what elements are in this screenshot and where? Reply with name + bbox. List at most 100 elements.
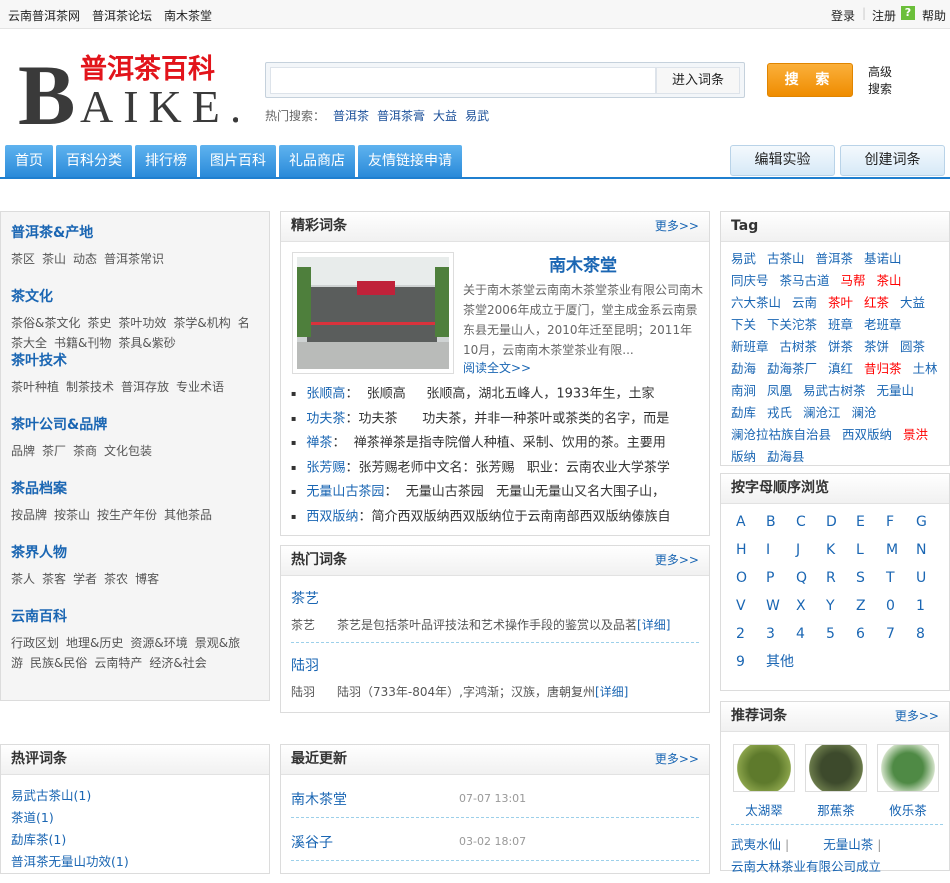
- letter-link[interactable]: L: [856, 540, 886, 560]
- category-item[interactable]: 普洱茶常识: [104, 252, 164, 266]
- commented-term-link[interactable]: 易武古茶山(1): [11, 785, 259, 807]
- tag-link[interactable]: 版纳: [731, 449, 756, 464]
- tag-link[interactable]: 普洱茶: [816, 251, 854, 266]
- search-input[interactable]: [270, 67, 656, 94]
- tag-link[interactable]: 易武: [731, 251, 756, 266]
- letter-link[interactable]: I: [766, 540, 796, 560]
- tab-rankings[interactable]: 排行榜: [135, 145, 197, 177]
- category-title[interactable]: 茶界人物: [11, 542, 259, 562]
- logo[interactable]: B 普洱茶百科 AIKE.: [18, 47, 241, 143]
- category-item[interactable]: 茶人: [11, 572, 35, 586]
- tag-link[interactable]: 饼茶: [828, 339, 853, 354]
- hot-search-link[interactable]: 普洱茶膏: [377, 109, 425, 123]
- letter-link[interactable]: Z: [856, 596, 886, 616]
- category-title[interactable]: 茶叶公司&品牌: [11, 414, 259, 434]
- hot-term-title[interactable]: 茶艺: [291, 588, 699, 608]
- category-item[interactable]: 普洱存放: [121, 380, 169, 394]
- letter-link[interactable]: J: [796, 540, 826, 560]
- tag-link[interactable]: 红茶: [864, 295, 889, 310]
- category-item[interactable]: 按品牌: [11, 508, 47, 522]
- letter-link[interactable]: 4: [796, 624, 826, 644]
- hot-search-link[interactable]: 大益: [433, 109, 457, 123]
- tag-link[interactable]: 马帮: [841, 273, 866, 288]
- term-link[interactable]: 无量山古茶园: [306, 485, 384, 500]
- tag-link[interactable]: 勐海茶厂: [767, 361, 817, 376]
- letter-link[interactable]: D: [826, 512, 856, 532]
- tag-link[interactable]: 圆茶: [900, 339, 925, 354]
- term-link[interactable]: 张芳赐: [306, 460, 345, 475]
- letter-link[interactable]: R: [826, 568, 856, 588]
- recommended-title[interactable]: 太湖翠: [733, 800, 795, 819]
- detail-link[interactable]: [详细]: [637, 618, 670, 632]
- detail-link[interactable]: [详细]: [595, 685, 628, 699]
- category-item[interactable]: 茶山: [42, 252, 66, 266]
- letter-link[interactable]: 6: [856, 624, 886, 644]
- letter-link[interactable]: H: [736, 540, 766, 560]
- top-link-puer-net[interactable]: 云南普洱茶网: [8, 7, 80, 24]
- featured-term-title[interactable]: 南木茶堂: [549, 251, 617, 276]
- tag-link[interactable]: 茶马古道: [780, 273, 830, 288]
- category-item[interactable]: 茶客: [42, 572, 66, 586]
- tab-categories[interactable]: 百科分类: [56, 145, 132, 177]
- letter-link[interactable]: Q: [796, 568, 826, 588]
- tag-link[interactable]: 班章: [828, 317, 853, 332]
- tag-link[interactable]: 土林: [913, 361, 938, 376]
- recommended-item[interactable]: 太湖翠: [733, 744, 795, 819]
- category-item[interactable]: 云南特产: [94, 656, 142, 670]
- more-link[interactable]: 更多>>: [895, 702, 939, 731]
- letter-link[interactable]: P: [766, 568, 796, 588]
- category-item[interactable]: 茶学&机构: [173, 316, 230, 330]
- tab-friend-links[interactable]: 友情链接申请: [358, 145, 462, 177]
- top-link-nanmu[interactable]: 南木茶堂: [164, 7, 212, 24]
- category-item[interactable]: 茶叶功效: [118, 316, 166, 330]
- tag-link[interactable]: 澜沧江: [803, 405, 841, 420]
- recommended-item[interactable]: 攸乐茶: [877, 744, 939, 819]
- term-link[interactable]: 西双版纳: [306, 509, 358, 524]
- recommended-link[interactable]: 无量山茶: [823, 837, 873, 852]
- recommended-title[interactable]: 攸乐茶: [877, 800, 939, 819]
- recommended-item[interactable]: 那蕉茶: [805, 744, 867, 819]
- tag-link[interactable]: 昔归茶: [864, 361, 902, 376]
- letter-link[interactable]: Y: [826, 596, 856, 616]
- category-item[interactable]: 茶具&紫砂: [118, 336, 175, 350]
- tag-link[interactable]: 古树茶: [780, 339, 818, 354]
- tag-link[interactable]: 西双版纳: [842, 427, 892, 442]
- tag-link[interactable]: 茶饼: [864, 339, 889, 354]
- tag-link[interactable]: 勐海: [731, 361, 756, 376]
- category-item[interactable]: 按茶山: [54, 508, 90, 522]
- category-item[interactable]: 茶厂: [42, 444, 66, 458]
- tag-link[interactable]: 下关沱茶: [767, 317, 817, 332]
- category-item[interactable]: 茶俗&茶文化: [11, 316, 80, 330]
- letter-link[interactable]: T: [886, 568, 916, 588]
- edit-experiment-button[interactable]: 编辑实验: [730, 145, 835, 176]
- tag-link[interactable]: 无量山: [877, 383, 915, 398]
- tag-link[interactable]: 茶叶: [828, 295, 853, 310]
- term-link[interactable]: 禅茶: [306, 436, 332, 451]
- category-item[interactable]: 博客: [135, 572, 159, 586]
- tag-link[interactable]: 南涧: [731, 383, 756, 398]
- letter-link[interactable]: 1: [916, 596, 946, 616]
- category-item[interactable]: 专业术语: [176, 380, 224, 394]
- featured-image[interactable]: [292, 252, 454, 374]
- top-link-forum[interactable]: 普洱茶论坛: [92, 7, 152, 24]
- help-icon[interactable]: ?: [901, 6, 915, 20]
- letter-link[interactable]: O: [736, 568, 766, 588]
- category-item[interactable]: 行政区划: [11, 636, 59, 650]
- tab-home[interactable]: 首页: [5, 145, 53, 177]
- tag-link[interactable]: 滇红: [828, 361, 853, 376]
- category-item[interactable]: 茶商: [73, 444, 97, 458]
- letter-link[interactable]: U: [916, 568, 946, 588]
- letter-link[interactable]: 5: [826, 624, 856, 644]
- tag-link[interactable]: 老班章: [864, 317, 902, 332]
- letter-link[interactable]: 9: [736, 652, 766, 672]
- category-item[interactable]: 动态: [73, 252, 97, 266]
- tag-link[interactable]: 澜沧: [852, 405, 877, 420]
- letter-link[interactable]: B: [766, 512, 796, 532]
- commented-term-link[interactable]: 勐库茶(1): [11, 829, 259, 851]
- help-link[interactable]: 帮助: [922, 7, 946, 24]
- tag-link[interactable]: 澜沧拉祜族自治县: [731, 427, 831, 442]
- letter-link[interactable]: N: [916, 540, 946, 560]
- category-item[interactable]: 品牌: [11, 444, 35, 458]
- letter-link[interactable]: C: [796, 512, 826, 532]
- tag-link[interactable]: 戎氏: [767, 405, 792, 420]
